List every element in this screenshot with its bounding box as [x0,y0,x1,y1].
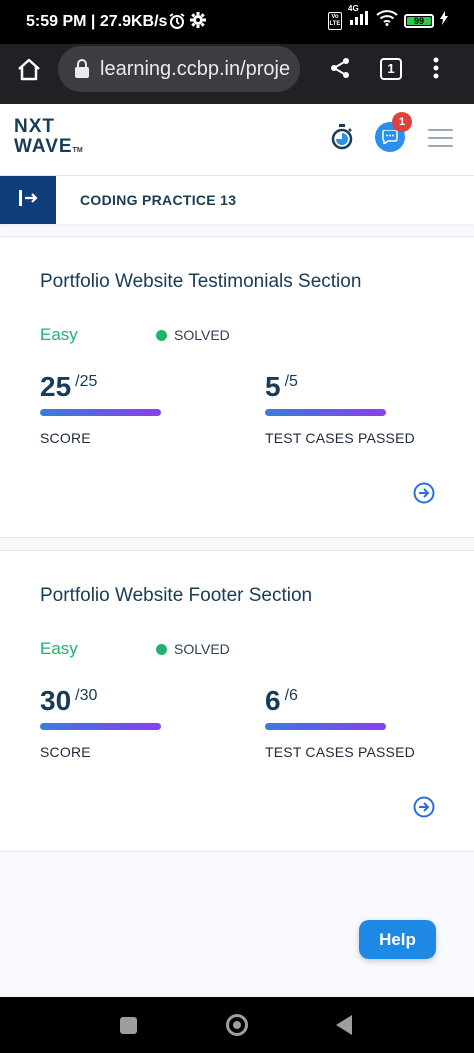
hamburger-icon[interactable] [428,129,453,153]
difficulty-label: Easy [40,325,78,344]
test-cases-total: /5 [284,373,298,390]
url-bar[interactable]: learning.ccbp.in/proje [58,46,300,92]
score-value: 25 [40,371,72,402]
test-cases-progress-bar [265,723,386,730]
cell-signal-icon: 4G [348,4,370,31]
volte-indicator: Vo LTE [328,11,342,30]
status-bar: 5:59 PM | 27.9KB/s Vo LTE 4G 99 [0,0,474,44]
page-title-bar: CODING PRACTICE 13 [0,176,474,224]
status-label: SOLVED [174,327,230,343]
test-cases-progress-bar [265,409,386,416]
score-progress-bar [40,723,161,730]
battery-icon: 99 [404,13,434,28]
question-card[interactable]: Portfolio Website Testimonials Section E… [0,236,474,538]
home-button[interactable] [226,1014,248,1036]
question-title[interactable]: Portfolio Website Testimonials Section [40,271,361,293]
wifi-icon [376,10,398,31]
page-title: CODING PRACTICE 13 [80,192,237,208]
test-cases-value: 5 [265,371,281,402]
difficulty-label: Easy [40,639,78,658]
sidebar-expand-button[interactable] [0,176,56,224]
tab-switcher-button[interactable]: 1 [380,58,402,80]
arrow-circle-right-icon[interactable] [413,482,435,504]
more-vert-icon[interactable] [432,56,440,85]
logo-trademark: TM [72,147,83,154]
test-cases-value: 6 [265,685,281,716]
recent-apps-button[interactable] [120,1017,137,1034]
score-metric: 25/25 SCORE [40,371,161,446]
back-button[interactable] [336,1015,352,1035]
stopwatch-icon[interactable] [330,124,354,155]
solved-status-dot [156,330,167,341]
test-cases-label: TEST CASES PASSED [265,430,415,446]
test-cases-label: TEST CASES PASSED [265,744,415,760]
charging-icon [440,11,448,30]
status-time: 5:59 PM | 27.9KB/s [26,13,168,30]
question-card[interactable]: Portfolio Website Footer Section Easy SO… [0,550,474,852]
score-total: /25 [75,373,98,390]
score-total: /30 [75,687,98,704]
score-label: SCORE [40,744,91,760]
system-nav-bar [0,997,474,1053]
browser-toolbar: learning.ccbp.in/proje 1 [0,44,474,104]
nxtwave-logo[interactable]: NXT WAVETM [14,117,83,161]
logo-line-1: NXT [14,116,55,137]
share-icon[interactable] [328,56,352,85]
help-button[interactable]: Help [359,920,436,959]
test-cases-total: /6 [284,687,298,704]
network-type: 4G [348,4,359,13]
alarm-icon [168,12,186,35]
lock-icon [74,59,90,84]
test-cases-metric: 5/5 TEST CASES PASSED [265,371,415,446]
battery-level: 99 [407,16,431,25]
score-value: 30 [40,685,72,716]
app-header: NXT WAVETM 1 [0,104,474,176]
gear-icon [190,12,206,33]
score-metric: 30/30 SCORE [40,685,161,760]
score-progress-bar [40,409,161,416]
arrow-circle-right-icon[interactable] [413,796,435,818]
solved-status-dot [156,644,167,655]
score-label: SCORE [40,430,91,446]
status-label: SOLVED [174,641,230,657]
url-text[interactable]: learning.ccbp.in/proje [100,58,296,81]
logo-line-2: WAVE [14,136,73,157]
notification-badge: 1 [392,112,412,132]
test-cases-metric: 6/6 TEST CASES PASSED [265,685,415,760]
question-title[interactable]: Portfolio Website Footer Section [40,585,312,607]
home-icon[interactable] [16,58,42,87]
sidebar-expand-icon [17,188,39,213]
